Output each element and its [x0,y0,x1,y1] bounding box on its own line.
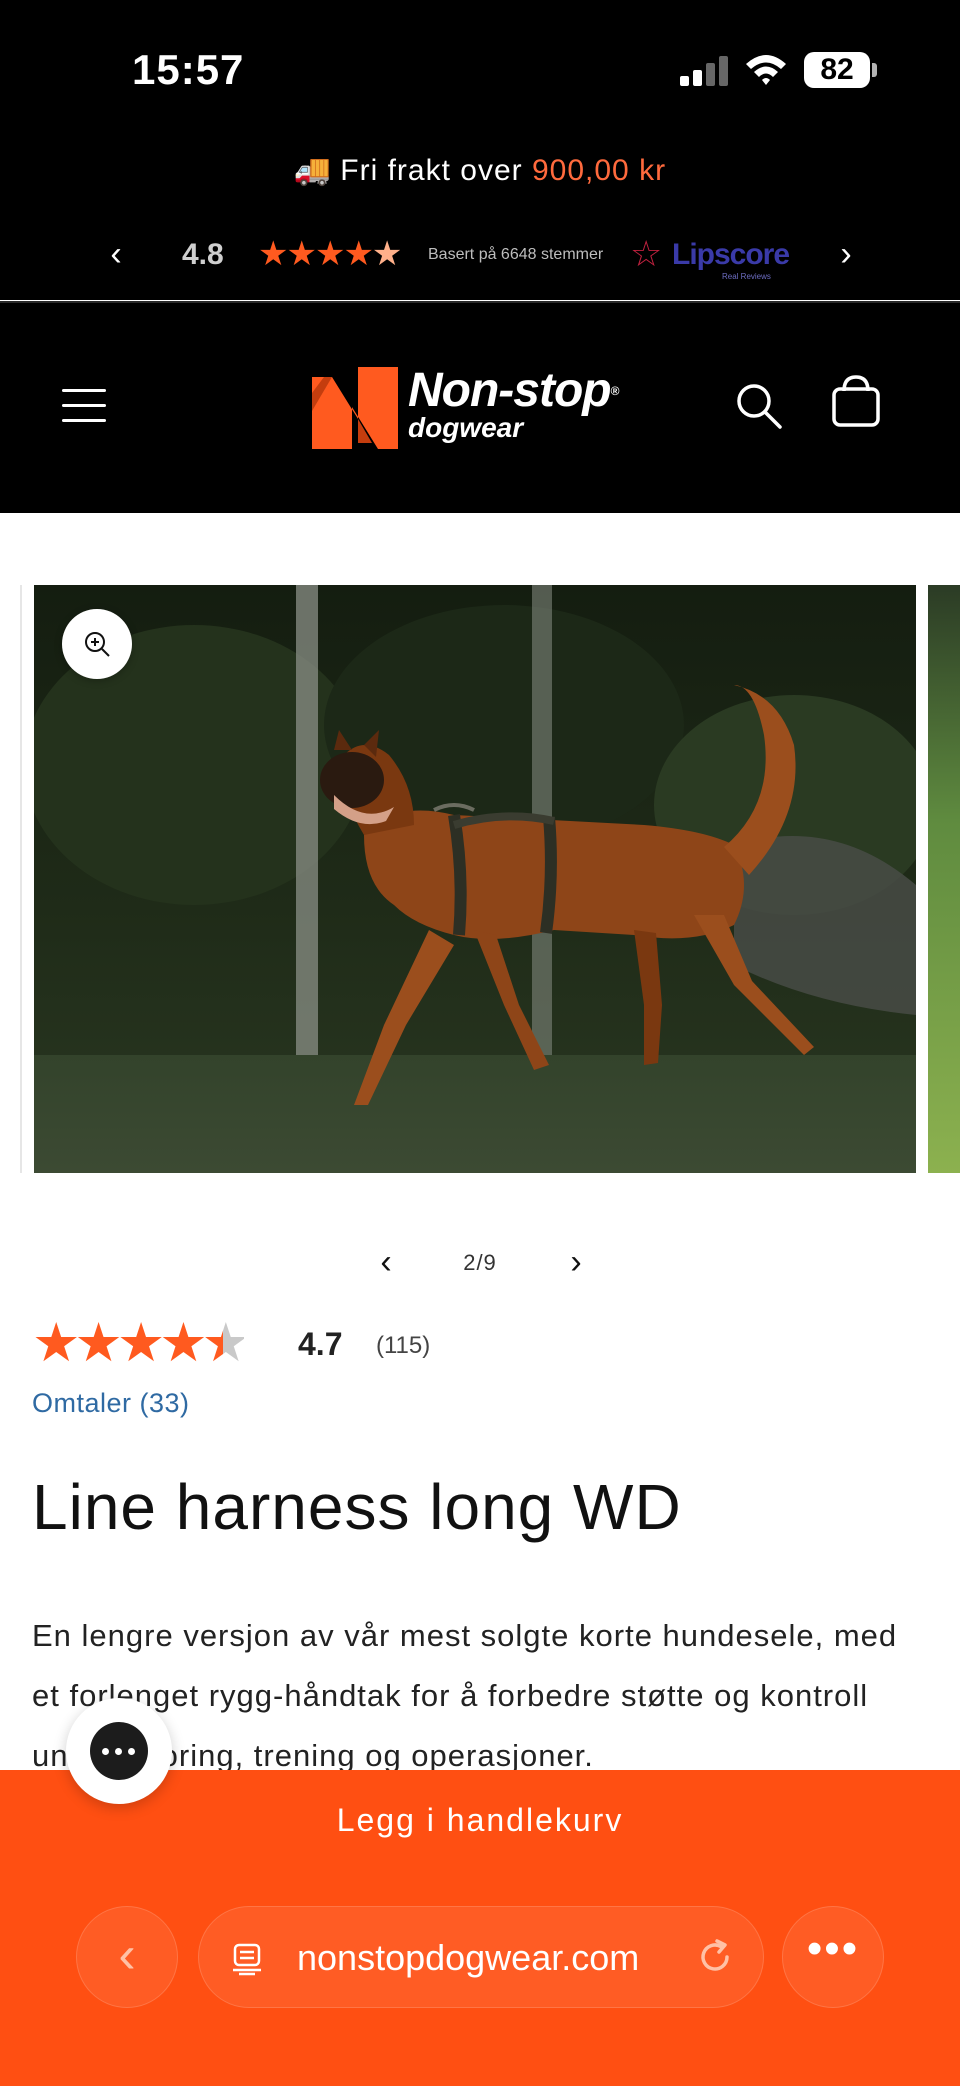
star-icons: ★★★★ [258,235,374,273]
url-text: nonstopdogwear.com [297,1937,640,1978]
store-rating-strip: ‹ 4.8 ★★★★★ Basert på 6648 stemmer ☆ Lip… [0,228,960,288]
logo-mark-icon [312,367,398,449]
browser-toolbar: ‹ nonstopdogwear.com ••• [0,1906,960,2016]
store-rating-score: 4.8 [182,238,224,271]
partial-star-icon: ★ [371,235,403,273]
next-slide-peek[interactable] [928,585,960,1173]
cart-icon[interactable] [830,373,882,429]
truck-icon: 🚚 [293,154,333,187]
lipscore-name: Lipscore [672,238,790,271]
zoom-in-icon [85,632,110,657]
dog-photo-illustration [34,585,916,1173]
product-rating[interactable]: ★★★★★ 4.7 (115) [32,1316,632,1372]
votes-count: Basert på 6648 stemmer [428,246,604,263]
search-icon[interactable] [734,381,784,431]
cellular-signal-icon [680,56,728,86]
battery-indicator: 82 [804,52,870,88]
zoom-button[interactable] [62,609,132,679]
brand-subtitle: dogwear [408,412,524,443]
bottom-action-area: Legg i handlekurv ‹ nonstopdogwear.com •… [0,1770,960,2086]
hamburger-menu-icon[interactable] [62,385,108,425]
chevron-left-icon[interactable]: ‹ [366,1244,406,1284]
site-header: Non-stop® dogwear [0,303,960,513]
wifi-icon [746,55,786,85]
chevron-right-icon[interactable]: › [556,1244,596,1284]
free-shipping-message: 🚚 Fri frakt over 900,00 kr [0,153,960,188]
gallery-pager: ‹ 2/9 › [0,1240,960,1286]
address-bar[interactable]: nonstopdogwear.com [198,1906,764,2008]
status-time: 15:57 [132,46,245,93]
announcement-bar: 🚚 Fri frakt over 900,00 kr ‹ 4.8 ★★★★★ Ba… [0,140,960,300]
half-star-icon: ★ [201,1313,250,1373]
brand-name: Non-stop® [408,364,619,417]
chat-widget-button[interactable] [66,1698,172,1804]
rating-count: (115) [376,1332,431,1359]
rating-score: 4.7 [298,1326,343,1362]
store-rating-stars: ★★★★★ [258,234,403,274]
previous-slide-peek[interactable] [0,585,22,1173]
star-icons: ★★★★ [32,1313,208,1373]
chat-icon [90,1722,148,1780]
brand-logo[interactable]: Non-stop® dogwear [310,363,650,455]
reload-icon[interactable] [695,1937,735,1977]
chevron-right-icon[interactable]: › [826,234,866,274]
status-bar: 15:57 82 [0,0,960,140]
product-gallery[interactable] [0,513,960,1213]
chevron-left-icon[interactable]: ‹ [96,234,136,274]
shipping-threshold: 900,00 kr [531,154,667,187]
shipping-text: Fri frakt over [340,154,532,187]
reviews-link[interactable]: Omtaler (33) [32,1388,190,1419]
page-settings-icon [233,1943,261,1976]
battery-cap [872,63,877,77]
rating-stars: ★★★★★ [32,1313,250,1373]
more-options-icon[interactable]: ••• [782,1906,884,2008]
lipscore-tagline: Real Reviews [722,272,771,281]
back-arrow-icon[interactable]: ‹ [76,1906,178,2008]
product-image-dog-harness[interactable] [34,585,916,1173]
lipscore-star-icon: ☆ [630,233,663,274]
slide-counter: 2/9 [463,1250,497,1275]
product-title: Line harness long WD [32,1471,682,1543]
